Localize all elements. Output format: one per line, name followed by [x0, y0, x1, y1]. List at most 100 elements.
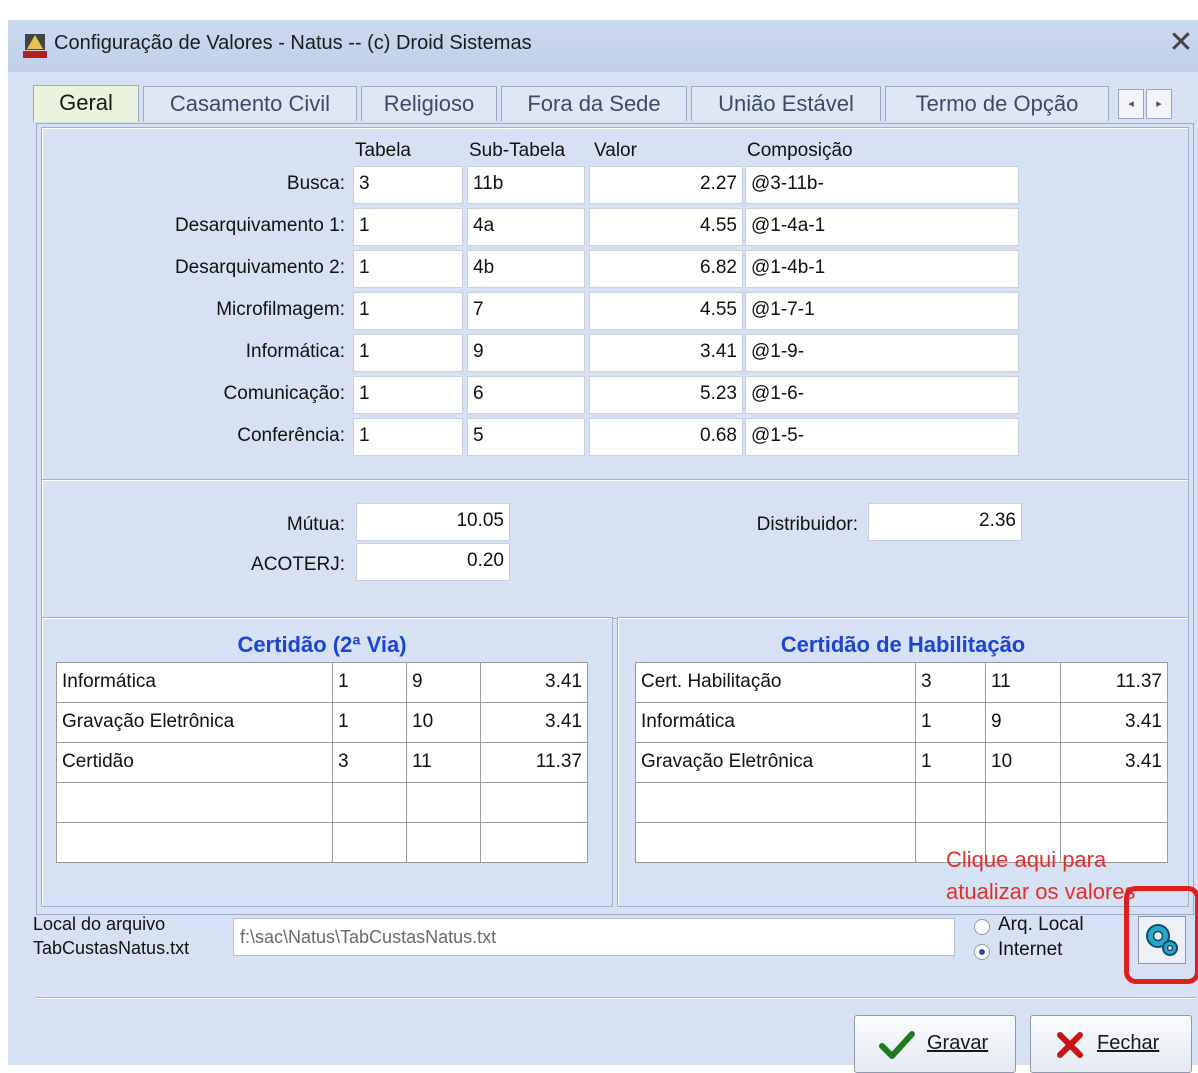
tab-scroll-left-icon[interactable]: ◂: [1118, 89, 1144, 119]
grid-cell[interactable]: [332, 782, 407, 823]
fee-label: Desarquivamento 2:: [174, 257, 345, 278]
fee-tabela-input[interactable]: 1: [353, 334, 463, 372]
file-location-label-line: TabCustasNatus.txt: [33, 938, 190, 958]
grid-cell[interactable]: 11: [406, 742, 481, 783]
separator: [36, 997, 1196, 999]
tab-scroll-right-icon[interactable]: ▸: [1146, 89, 1172, 119]
file-path-input[interactable]: f:\sac\Natus\TabCustasNatus.txt: [233, 918, 955, 956]
radio-arq-local-label[interactable]: Arq. Local: [998, 914, 1084, 936]
grid-cell[interactable]: Informática: [635, 702, 916, 743]
certidao-2via-title: Certidão (2ª Via): [237, 632, 407, 657]
grid-cell[interactable]: [406, 822, 481, 863]
grid-cell[interactable]: Cert. Habilitação: [635, 662, 916, 703]
grid-cell[interactable]: [480, 782, 588, 823]
fee-composicao-field: @1-6-: [745, 376, 1019, 414]
fee-subtabela-input[interactable]: 6: [467, 376, 585, 414]
file-location-label-line: Local do arquivo: [33, 914, 166, 934]
acoterj-input[interactable]: 0.20: [356, 543, 510, 581]
fee-subtabela-input[interactable]: 4a: [467, 208, 585, 246]
fee-composicao-field: @1-5-: [745, 418, 1019, 456]
extras-group: Mútua: 10.05 ACOTERJ: 0.20 Distribuidor:…: [41, 479, 1189, 619]
grid-cell[interactable]: [56, 782, 333, 823]
tab-fora-da-sede[interactable]: Fora da Sede: [501, 86, 687, 121]
fee-label: Microfilmagem:: [216, 299, 345, 320]
fee-composicao-field: @1-4b-1: [745, 250, 1019, 288]
grid-cell[interactable]: [1060, 782, 1168, 823]
grid-cell[interactable]: 1: [915, 742, 986, 783]
grid-cell[interactable]: [635, 822, 916, 863]
grid-cell[interactable]: Informática: [56, 662, 333, 703]
grid-cell[interactable]: 11.37: [480, 742, 588, 783]
grid-cell[interactable]: [985, 782, 1061, 823]
app-logo-icon: [23, 34, 47, 58]
fee-valor-field: 4.55: [589, 208, 743, 246]
fee-composicao-field: @1-9-: [745, 334, 1019, 372]
mutua-input[interactable]: 10.05: [356, 503, 510, 541]
grid-cell[interactable]: [480, 822, 588, 863]
grid-cell[interactable]: 11.37: [1060, 662, 1168, 703]
grid-cell[interactable]: 11: [985, 662, 1061, 703]
grid-cell[interactable]: 9: [406, 662, 481, 703]
fee-tabela-input[interactable]: 1: [353, 418, 463, 456]
cross-icon: [1057, 1032, 1083, 1058]
fee-tabela-input[interactable]: 1: [353, 208, 463, 246]
close-icon[interactable]: ✕: [1166, 26, 1196, 60]
grid-cell[interactable]: 3: [332, 742, 407, 783]
radio-internet[interactable]: [974, 944, 990, 960]
checkmark-icon: [879, 1031, 915, 1059]
fee-subtabela-input[interactable]: 9: [467, 334, 585, 372]
grid-cell[interactable]: Gravação Eletrônica: [56, 702, 333, 743]
grid-cell[interactable]: 10: [406, 702, 481, 743]
tab-religioso[interactable]: Religioso: [361, 86, 497, 121]
callout-line: atualizar os valores: [946, 879, 1136, 904]
grid-cell[interactable]: [56, 822, 333, 863]
mutua-label: Mútua:: [286, 514, 345, 535]
dialog-window: Configuração de Valores - Natus -- (c) D…: [8, 20, 1198, 1073]
window-title: Configuração de Valores - Natus -- (c) D…: [54, 32, 532, 54]
fee-label: Busca:: [286, 173, 345, 194]
grid-cell[interactable]: [635, 782, 916, 823]
distribuidor-label: Distribuidor:: [756, 514, 858, 535]
radio-arq-local[interactable]: [974, 919, 990, 935]
grid-cell[interactable]: 3.41: [480, 662, 588, 703]
grid-cell[interactable]: [406, 782, 481, 823]
grid-cell[interactable]: 3.41: [480, 702, 588, 743]
grid-cell[interactable]: [915, 782, 986, 823]
tab-uniao-estavel[interactable]: União Estável: [691, 86, 881, 121]
fee-tabela-input[interactable]: 1: [353, 292, 463, 330]
gravar-button[interactable]: Gravar: [854, 1015, 1016, 1073]
fee-tabela-input[interactable]: 3: [353, 166, 463, 204]
tab-panel-geral: Tabela Sub-Tabela Valor Composição Busca…: [36, 123, 1194, 915]
distribuidor-input[interactable]: 2.36: [868, 503, 1022, 541]
fee-tabela-input[interactable]: 1: [353, 250, 463, 288]
radio-internet-label[interactable]: Internet: [998, 939, 1062, 961]
fees-group: Tabela Sub-Tabela Valor Composição Busca…: [41, 127, 1189, 481]
tab-geral[interactable]: Geral: [33, 85, 139, 122]
fee-valor-field: 5.23: [589, 376, 743, 414]
grid-cell[interactable]: 3.41: [1060, 702, 1168, 743]
fee-label: Comunicação:: [223, 383, 345, 404]
highlight-box: [1124, 886, 1198, 984]
fee-subtabela-input[interactable]: 11b: [467, 166, 585, 204]
grid-cell[interactable]: 3.41: [1060, 742, 1168, 783]
grid-cell[interactable]: [332, 822, 407, 863]
gravar-label: Gravar: [927, 1032, 989, 1054]
fee-composicao-field: @3-11b-: [745, 166, 1019, 204]
grid-cell[interactable]: 10: [985, 742, 1061, 783]
grid-cell[interactable]: 9: [985, 702, 1061, 743]
grid-cell[interactable]: Gravação Eletrônica: [635, 742, 916, 783]
fechar-button[interactable]: Fechar: [1030, 1015, 1192, 1073]
tab-termo-de-opcao[interactable]: Termo de Opção: [885, 86, 1109, 121]
fee-label: Informática:: [245, 341, 345, 362]
fee-subtabela-input[interactable]: 7: [467, 292, 585, 330]
fee-subtabela-input[interactable]: 5: [467, 418, 585, 456]
grid-cell[interactable]: 1: [915, 702, 986, 743]
fee-tabela-input[interactable]: 1: [353, 376, 463, 414]
tab-casamento-civil[interactable]: Casamento Civil: [143, 86, 357, 121]
grid-cell[interactable]: Certidão: [56, 742, 333, 783]
grid-cell[interactable]: 1: [332, 662, 407, 703]
grid-cell[interactable]: 3: [915, 662, 986, 703]
fee-subtabela-input[interactable]: 4b: [467, 250, 585, 288]
grid-cell[interactable]: 1: [332, 702, 407, 743]
header-valor: Valor: [594, 140, 637, 161]
